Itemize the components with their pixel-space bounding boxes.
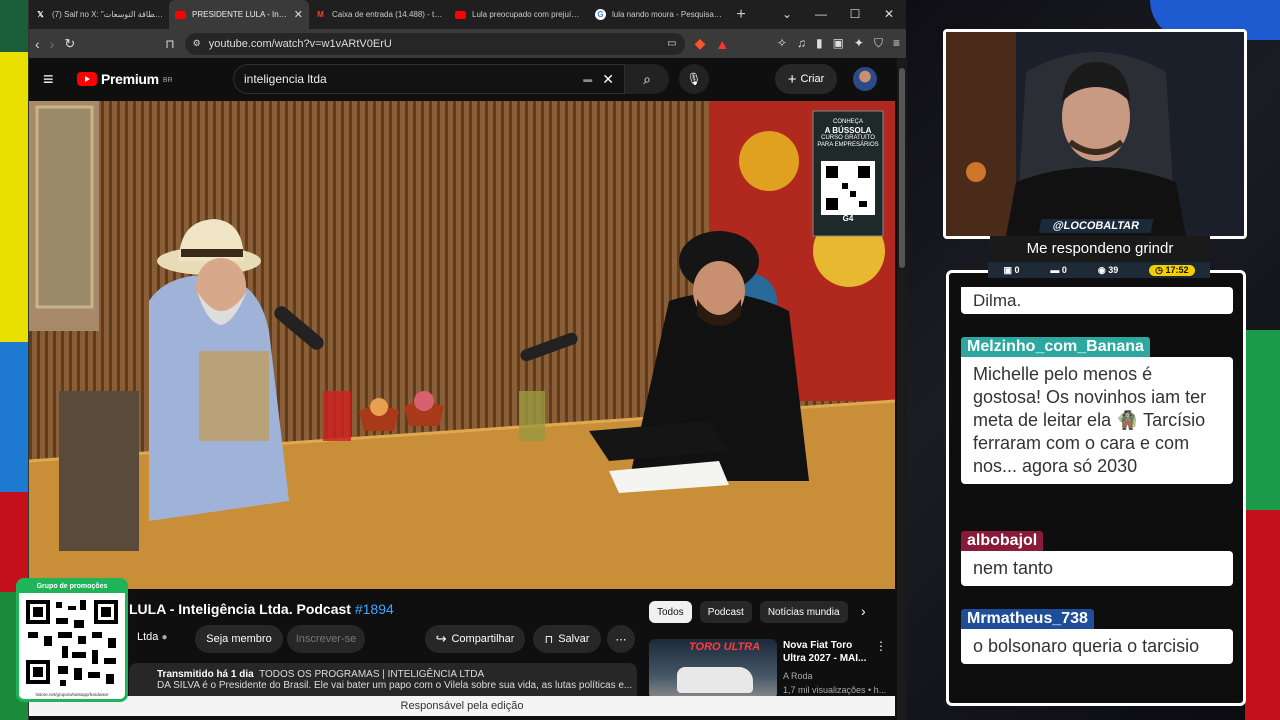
more-icon: ⋯ bbox=[615, 633, 627, 646]
share-button[interactable]: ↪ Compartilhar bbox=[425, 625, 525, 653]
music-icon[interactable]: ♫ bbox=[797, 36, 806, 51]
close-tab-icon[interactable]: ✕ bbox=[294, 8, 303, 21]
close-window-icon[interactable]: ✕ bbox=[872, 0, 906, 29]
tab-google[interactable]: Glula nando moura - Pesquisa Go... bbox=[589, 0, 729, 29]
scrollbar-thumb[interactable] bbox=[899, 68, 905, 268]
chip-podcast[interactable]: Podcast bbox=[699, 601, 752, 623]
video-player[interactable]: CONHEÇA A BÚSSOLA CURSO GRATUITO PARA EM… bbox=[29, 101, 895, 589]
back-icon[interactable]: ‹ bbox=[35, 36, 40, 52]
edit-credit-bar: Responsável pela edição bbox=[29, 696, 895, 716]
bookmark-icon[interactable]: ⊓ bbox=[165, 37, 174, 51]
stream-caption: Me respondeno grindr bbox=[990, 236, 1210, 262]
viewers-icon: ◉ bbox=[1097, 264, 1106, 275]
ad-overlay: CONHEÇA A BÚSSOLA CURSO GRATUITO PARA EM… bbox=[817, 119, 879, 223]
hashtag-link[interactable]: #1894 bbox=[355, 601, 394, 617]
promo-qr-card: Grupo de promoções itstore.net/grupo/wha… bbox=[16, 578, 128, 702]
chat-message: Dilma. bbox=[961, 287, 1233, 314]
chat-message: Mrmatheus_738 o bolsonaro queria o tarci… bbox=[961, 609, 1233, 664]
url-field[interactable]: ⚙ youtube.com/watch?v=w1vARtV0ErU ▭ bbox=[184, 32, 685, 55]
tab-list-icon[interactable]: ⌄ bbox=[770, 0, 804, 29]
webcam-feed bbox=[943, 29, 1247, 239]
youtube-header: ≡ Premium BR inteligencia ltda ▬ ✕ ⌕ 🎙 + Cri… bbox=[29, 58, 895, 100]
site-info-icon[interactable]: ⚙ bbox=[193, 38, 201, 49]
youtube-icon bbox=[455, 10, 466, 19]
tab-x[interactable]: 𝕏(7) Saif no X: "بطاقة التوسعات ... bbox=[29, 0, 169, 29]
sidebar-icon[interactable]: ▮ bbox=[816, 36, 823, 51]
window-controls: ⌄ — ☐ ✕ bbox=[770, 0, 906, 29]
youtube-play-icon bbox=[77, 72, 97, 86]
chat-icon: ▣ bbox=[1003, 264, 1012, 275]
cast-icon[interactable]: ▭ bbox=[667, 38, 676, 49]
scrollbar[interactable] bbox=[897, 58, 907, 720]
recommended-video[interactable]: TORO ULTRA Nova Fiat Toro Ultra 2027 - M… bbox=[649, 639, 889, 699]
join-button[interactable]: Seja membro bbox=[195, 625, 283, 653]
clear-search-icon[interactable]: ✕ bbox=[602, 71, 614, 88]
brave-shield-icon[interactable]: ◆ bbox=[695, 35, 706, 52]
tab-gmail[interactable]: M Caixa de entrada (14.488) - theb... bbox=[309, 0, 449, 29]
car-shape bbox=[677, 667, 753, 693]
stream-stats: ▣ 0 ▬ 0 ◉ 39 ◷ 17:52 bbox=[988, 262, 1210, 278]
tab-youtube-2[interactable]: Lula preocupado com prejuízo e... bbox=[449, 0, 589, 29]
extensions-icon[interactable]: ✧ bbox=[777, 36, 787, 51]
brave-rewards-icon[interactable]: ▲ bbox=[715, 36, 729, 52]
video-frame bbox=[29, 101, 895, 589]
wallet-icon[interactable]: ▣ bbox=[833, 36, 844, 51]
channel-name[interactable]: Ltda ● bbox=[137, 631, 168, 643]
recommended-thumbnail: TORO ULTRA bbox=[649, 639, 777, 699]
save-icon: ⊓ bbox=[544, 633, 554, 646]
video-title: LULA - Inteligência Ltda. Podcast #1894 bbox=[129, 601, 394, 617]
chat-username: albobajol bbox=[961, 531, 1044, 551]
chat-username: Melzinho_com_Banana bbox=[961, 337, 1150, 357]
save-button[interactable]: ⊓ Salvar bbox=[533, 625, 601, 653]
gmail-icon: M bbox=[317, 10, 324, 19]
keyboard-icon[interactable]: ▬ bbox=[583, 74, 592, 84]
x-icon: 𝕏 bbox=[37, 10, 44, 19]
plus-icon: + bbox=[787, 70, 797, 88]
search-button[interactable]: ⌕ bbox=[625, 64, 669, 94]
hamburger-icon[interactable]: ≡ bbox=[43, 69, 67, 90]
chat-message: Melzinho_com_Banana Michelle pelo menos … bbox=[961, 337, 1233, 484]
clock-icon: ◷ bbox=[1155, 264, 1163, 275]
chevron-right-icon[interactable]: › bbox=[861, 603, 866, 619]
subscribe-button[interactable]: Inscrever-se bbox=[287, 625, 365, 653]
reload-icon[interactable]: ↻ bbox=[64, 36, 75, 52]
chip-world-news[interactable]: Notícias mundia bbox=[759, 601, 848, 623]
extensions-bar: ✧ ♫ ▮ ▣ ✦ ⛉ ≡ bbox=[777, 36, 900, 51]
verified-icon: ● bbox=[161, 632, 168, 643]
search-icon: ⌕ bbox=[643, 71, 651, 87]
voice-search-button[interactable]: 🎙 bbox=[679, 64, 709, 94]
new-tab-button[interactable]: + bbox=[729, 6, 753, 24]
menu-icon[interactable]: ≡ bbox=[893, 36, 900, 51]
tab-bar: 𝕏(7) Saif no X: "بطاقة التوسعات ... PRES… bbox=[29, 0, 906, 29]
google-icon: G bbox=[595, 9, 606, 20]
avatar[interactable] bbox=[853, 67, 877, 91]
chip-all[interactable]: Todos bbox=[649, 601, 692, 623]
mic-icon: 🎙 bbox=[686, 72, 702, 86]
more-actions-button[interactable]: ⋯ bbox=[607, 625, 635, 653]
chat-message: albobajol nem tanto bbox=[961, 531, 1233, 586]
recommendation-chips: Todos Podcast Notícias mundia bbox=[649, 601, 848, 623]
forward-icon[interactable]: › bbox=[50, 36, 55, 52]
share-icon: ↪ bbox=[435, 631, 447, 646]
youtube-icon bbox=[175, 10, 186, 19]
address-bar: ‹ › ↻ ⊓ ⚙ youtube.com/watch?v=w1vARtV0ErU… bbox=[29, 29, 906, 58]
streamer-image bbox=[946, 32, 1244, 236]
tab-youtube-lula[interactable]: PRESIDENTE LULA - Inteligê...✕ bbox=[169, 0, 309, 29]
search-input[interactable]: inteligencia ltda ▬ ✕ bbox=[233, 64, 625, 94]
create-button[interactable]: + Criar bbox=[775, 64, 837, 94]
streamer-handle: @LOCOBALTAR bbox=[1038, 219, 1154, 233]
minimize-icon[interactable]: — bbox=[804, 0, 838, 29]
qr-code bbox=[22, 596, 122, 688]
chat-username: Mrmatheus_738 bbox=[961, 609, 1094, 629]
recommended-more-icon[interactable]: ⋮ bbox=[875, 639, 887, 653]
browser-window: 𝕏(7) Saif no X: "بطاقة التوسعات ... PRES… bbox=[28, 0, 907, 720]
maximize-icon[interactable]: ☐ bbox=[838, 0, 872, 29]
video-icon: ▬ bbox=[1050, 265, 1060, 275]
vpn-icon[interactable]: ⛉ bbox=[874, 36, 883, 51]
youtube-logo[interactable]: Premium BR bbox=[77, 71, 173, 87]
leo-icon[interactable]: ✦ bbox=[854, 36, 864, 51]
chat-panel: Dilma. Melzinho_com_Banana Michelle pelo… bbox=[946, 270, 1246, 706]
youtube-page: ≡ Premium BR inteligencia ltda ▬ ✕ ⌕ 🎙 + Cri… bbox=[29, 58, 895, 720]
